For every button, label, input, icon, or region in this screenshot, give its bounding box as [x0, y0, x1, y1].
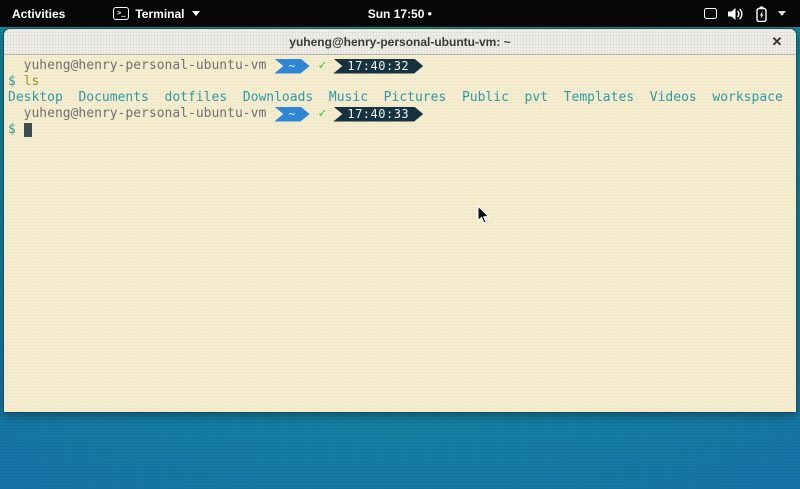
mouse-cursor	[477, 205, 491, 225]
input-line: $	[8, 122, 792, 138]
cwd-segment: ~	[274, 59, 309, 74]
top-bar: Activities >_ Terminal Sun 17:50 ●	[0, 0, 800, 27]
cwd-segment: ~	[274, 107, 309, 122]
cwd-label: ~	[288, 58, 295, 74]
prompt-user: yuheng@henry-personal-ubuntu-vm	[24, 106, 267, 122]
display-icon	[704, 8, 717, 19]
status-check-icon: ✓	[319, 106, 327, 122]
app-menu-label: Terminal	[135, 7, 184, 21]
window-title: yuheng@henry-personal-ubuntu-vm: ~	[289, 35, 510, 49]
command-line: $ ls	[8, 74, 792, 90]
directory-listing: Desktop Documents dotfiles Downloads Mus…	[8, 90, 792, 106]
app-menu-terminal[interactable]: >_ Terminal	[107, 0, 206, 27]
time-label: 17:40:32	[347, 58, 409, 74]
directory-item: Desktop	[8, 90, 63, 106]
terminal-content[interactable]: yuheng@henry-personal-ubuntu-vm ~ ✓ 17:4…	[4, 55, 796, 412]
battery-charging-icon	[756, 6, 767, 22]
terminal-cursor	[24, 123, 32, 137]
activities-button[interactable]: Activities	[0, 0, 77, 27]
directory-item: Documents	[78, 90, 148, 106]
directory-item: Videos	[650, 90, 697, 106]
window-titlebar[interactable]: yuheng@henry-personal-ubuntu-vm: ~ ✕	[4, 29, 796, 55]
time-segment: 17:40:32	[333, 59, 423, 74]
prompt-symbol: $	[8, 122, 16, 138]
directory-item: Downloads	[243, 90, 313, 106]
system-status-area[interactable]	[690, 0, 800, 27]
chevron-down-icon	[192, 11, 200, 16]
directory-item: Pictures	[384, 90, 447, 106]
activities-label: Activities	[12, 7, 65, 21]
cwd-label: ~	[288, 106, 295, 122]
volume-icon	[728, 7, 745, 21]
directory-item: dotfiles	[165, 90, 228, 106]
clock-label: Sun 17:50	[368, 7, 425, 21]
prompt-user: yuheng@henry-personal-ubuntu-vm	[24, 58, 267, 74]
notification-dot: ●	[427, 10, 432, 18]
terminal-window: yuheng@henry-personal-ubuntu-vm: ~ ✕ yuh…	[3, 28, 797, 413]
directory-item: pvt	[525, 90, 548, 106]
terminal-icon: >_	[113, 7, 129, 20]
prompt-line-2: yuheng@henry-personal-ubuntu-vm ~ ✓ 17:4…	[8, 106, 792, 122]
close-button[interactable]: ✕	[768, 33, 786, 51]
directory-item: Templates	[564, 90, 634, 106]
command-text: ls	[24, 74, 40, 90]
chevron-down-icon	[778, 11, 786, 16]
status-check-icon: ✓	[319, 58, 327, 74]
directory-item: Music	[329, 90, 368, 106]
directory-item: Public	[462, 90, 509, 106]
time-label: 17:40:33	[347, 106, 409, 122]
clock-button[interactable]: Sun 17:50 ●	[368, 7, 433, 21]
directory-item: workspace	[712, 90, 782, 106]
prompt-line-1: yuheng@henry-personal-ubuntu-vm ~ ✓ 17:4…	[8, 58, 792, 74]
time-segment: 17:40:33	[333, 107, 423, 122]
prompt-symbol: $	[8, 74, 16, 90]
